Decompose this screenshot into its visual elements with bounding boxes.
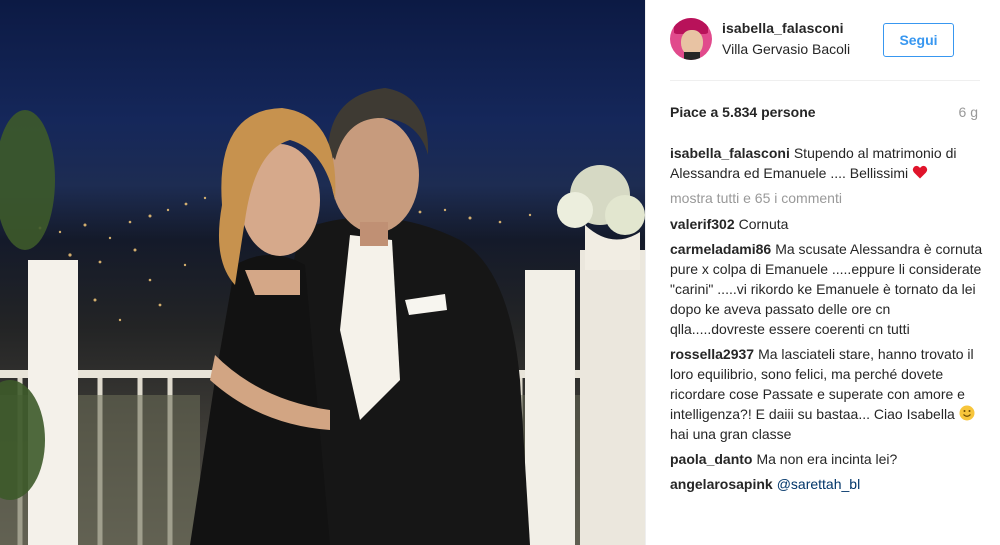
list-item: angelarosapink @sarettah_bl	[670, 474, 986, 494]
caption: isabella_falasconi Stupendo al matrimonio…	[670, 143, 986, 183]
list-item: carmeladami86 Ma scusate Alessandra è cor…	[670, 239, 986, 339]
follow-button[interactable]: Segui	[883, 23, 954, 57]
comment-text: Cornuta	[738, 216, 789, 232]
list-item: paola_danto Ma non era incinta lei?	[670, 449, 986, 469]
column-right	[525, 270, 575, 545]
comment-username[interactable]: carmeladami86	[670, 241, 771, 257]
list-item: rossella2937 Ma lasciateli stare, hanno t…	[670, 344, 986, 444]
comments-list: isabella_falasconi Stupendo al matrimonio…	[670, 143, 986, 499]
comment-username[interactable]: angelarosapink	[670, 476, 773, 492]
avatar-collar-shape	[684, 52, 700, 60]
comment-username[interactable]: paola_danto	[670, 451, 752, 467]
post-sidebar: isabella_falasconi Villa Gervasio Bacoli…	[645, 0, 1000, 545]
caption-username[interactable]: isabella_falasconi	[670, 145, 790, 161]
avatar[interactable]	[670, 18, 712, 60]
post-frame: isabella_falasconi Villa Gervasio Bacoli…	[0, 0, 1000, 545]
smile-emoji-icon	[959, 405, 975, 421]
photo-illustration	[0, 88, 645, 545]
load-more-comments[interactable]: mostra tutti e 65 i commenti	[670, 188, 986, 208]
list-item: valerif302 Cornuta	[670, 214, 986, 234]
header-divider	[670, 80, 980, 81]
likes-count[interactable]: Piace a 5.834 persone	[670, 104, 816, 120]
flowers-right	[557, 165, 645, 270]
post-location[interactable]: Villa Gervasio Bacoli	[722, 41, 850, 57]
comment-text-end: hai una gran classe	[670, 426, 792, 442]
comment-username[interactable]: valerif302	[670, 216, 735, 232]
comment-mention[interactable]: @sarettah_bl	[777, 476, 860, 492]
comment-username[interactable]: rossella2937	[670, 346, 754, 362]
post-header: isabella_falasconi Villa Gervasio Bacoli…	[646, 0, 1000, 80]
heart-emoji-icon	[912, 165, 928, 179]
post-age[interactable]: 6 g	[959, 104, 978, 120]
post-username[interactable]: isabella_falasconi	[722, 20, 844, 36]
comment-text: Ma non era incinta lei?	[756, 451, 898, 467]
post-photo[interactable]	[0, 0, 645, 545]
